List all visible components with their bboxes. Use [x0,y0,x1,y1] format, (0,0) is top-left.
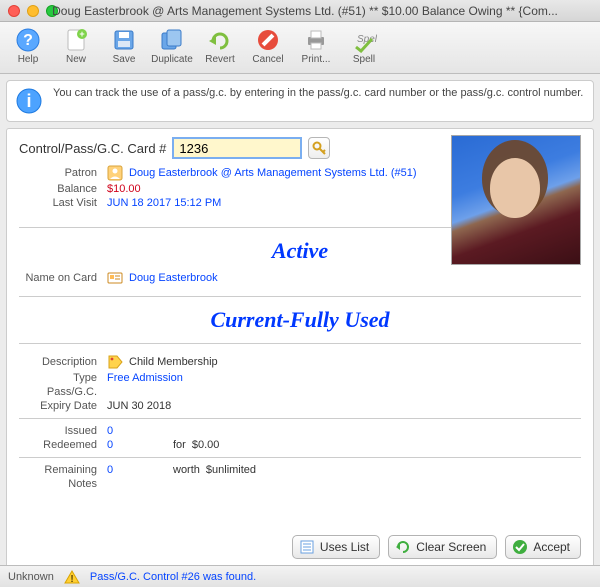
status-bar: Unknown ! Pass/G.C. Control #26 was foun… [0,565,600,587]
status-found: Pass/G.C. Control #26 was found. [90,571,256,583]
uses-list-button[interactable]: Uses List [292,535,380,559]
tag-icon [107,354,123,370]
svg-text:?: ? [23,32,33,49]
status-current: Current-Fully Used [19,307,581,333]
type-label: Type [19,372,101,384]
new-button[interactable]: + New [54,25,98,71]
clear-screen-button[interactable]: Clear Screen [388,535,497,559]
window-titlebar: Doug Easterbrook @ Arts Management Syste… [0,0,600,22]
info-icon: i [15,87,43,115]
help-icon: ? [15,27,41,53]
patron-photo [451,135,581,265]
key-icon [312,141,326,155]
save-button[interactable]: Save [102,25,146,71]
redeemed-for-label: for [173,439,186,451]
main-content: Control/Pass/G.C. Card # Patron Doug Eas… [6,128,594,568]
name-on-card-label: Name on Card [19,272,101,284]
duplicate-button[interactable]: Duplicate [150,25,194,71]
remaining-worth-label: worth [173,464,200,476]
card-number-input[interactable] [172,137,302,159]
last-visit-label: Last Visit [19,197,101,209]
person-icon [107,165,123,181]
redeemed-label: Redeemed [19,439,101,451]
lookup-button[interactable] [308,137,330,159]
svg-text:+: + [79,29,84,39]
card-icon [107,270,123,286]
list-icon [299,539,315,555]
notes-label: Notes [19,478,101,490]
window-title: Doug Easterbrook @ Arts Management Syste… [18,4,592,18]
last-visit-value: JUN 18 2017 15:12 PM [107,197,221,209]
issued-value: 0 [107,425,113,437]
type-value: Free Admission [107,372,183,384]
refresh-icon [395,539,411,555]
balance-value: $10.00 [107,183,141,195]
warning-icon: ! [64,569,80,585]
expiry-value: JUN 30 2018 [107,400,171,412]
toolbar: ? Help + New Save Duplicate Revert Cance… [0,22,600,74]
print-button[interactable]: Print... [294,25,338,71]
accept-button[interactable]: Accept [505,535,581,559]
svg-text:i: i [26,91,31,111]
info-text: You can track the use of a pass/g.c. by … [53,87,583,99]
redeemed-for-value: $0.00 [192,439,220,451]
patron-link[interactable]: Doug Easterbrook @ Arts Management Syste… [129,167,417,179]
accept-icon [512,539,528,555]
spell-icon: Spell [351,27,377,53]
new-icon: + [63,27,89,53]
description-value: Child Membership [129,356,218,368]
redeemed-value: 0 [107,439,167,451]
remaining-label: Remaining [19,464,101,476]
remaining-value: 0 [107,464,167,476]
spell-button[interactable]: Spell Spell [342,25,386,71]
name-on-card-value[interactable]: Doug Easterbrook [129,272,218,284]
info-banner: i You can track the use of a pass/g.c. b… [6,80,594,122]
help-button[interactable]: ? Help [6,25,50,71]
duplicate-icon [159,27,185,53]
balance-label: Balance [19,183,101,195]
svg-text:!: ! [70,574,73,585]
status-left: Unknown [8,571,54,583]
card-number-label: Control/Pass/G.C. Card # [19,141,166,156]
save-icon [111,27,137,53]
passgc-label: Pass/G.C. [19,386,101,398]
revert-button[interactable]: Revert [198,25,242,71]
expiry-label: Expiry Date [19,400,101,412]
cancel-button[interactable]: Cancel [246,25,290,71]
cancel-icon [255,27,281,53]
button-bar: Uses List Clear Screen Accept [292,535,581,559]
revert-icon [207,27,233,53]
remaining-worth-value: $unlimited [206,464,256,476]
print-icon [303,27,329,53]
patron-label: Patron [19,167,101,179]
issued-label: Issued [19,425,101,437]
description-label: Description [19,356,101,368]
